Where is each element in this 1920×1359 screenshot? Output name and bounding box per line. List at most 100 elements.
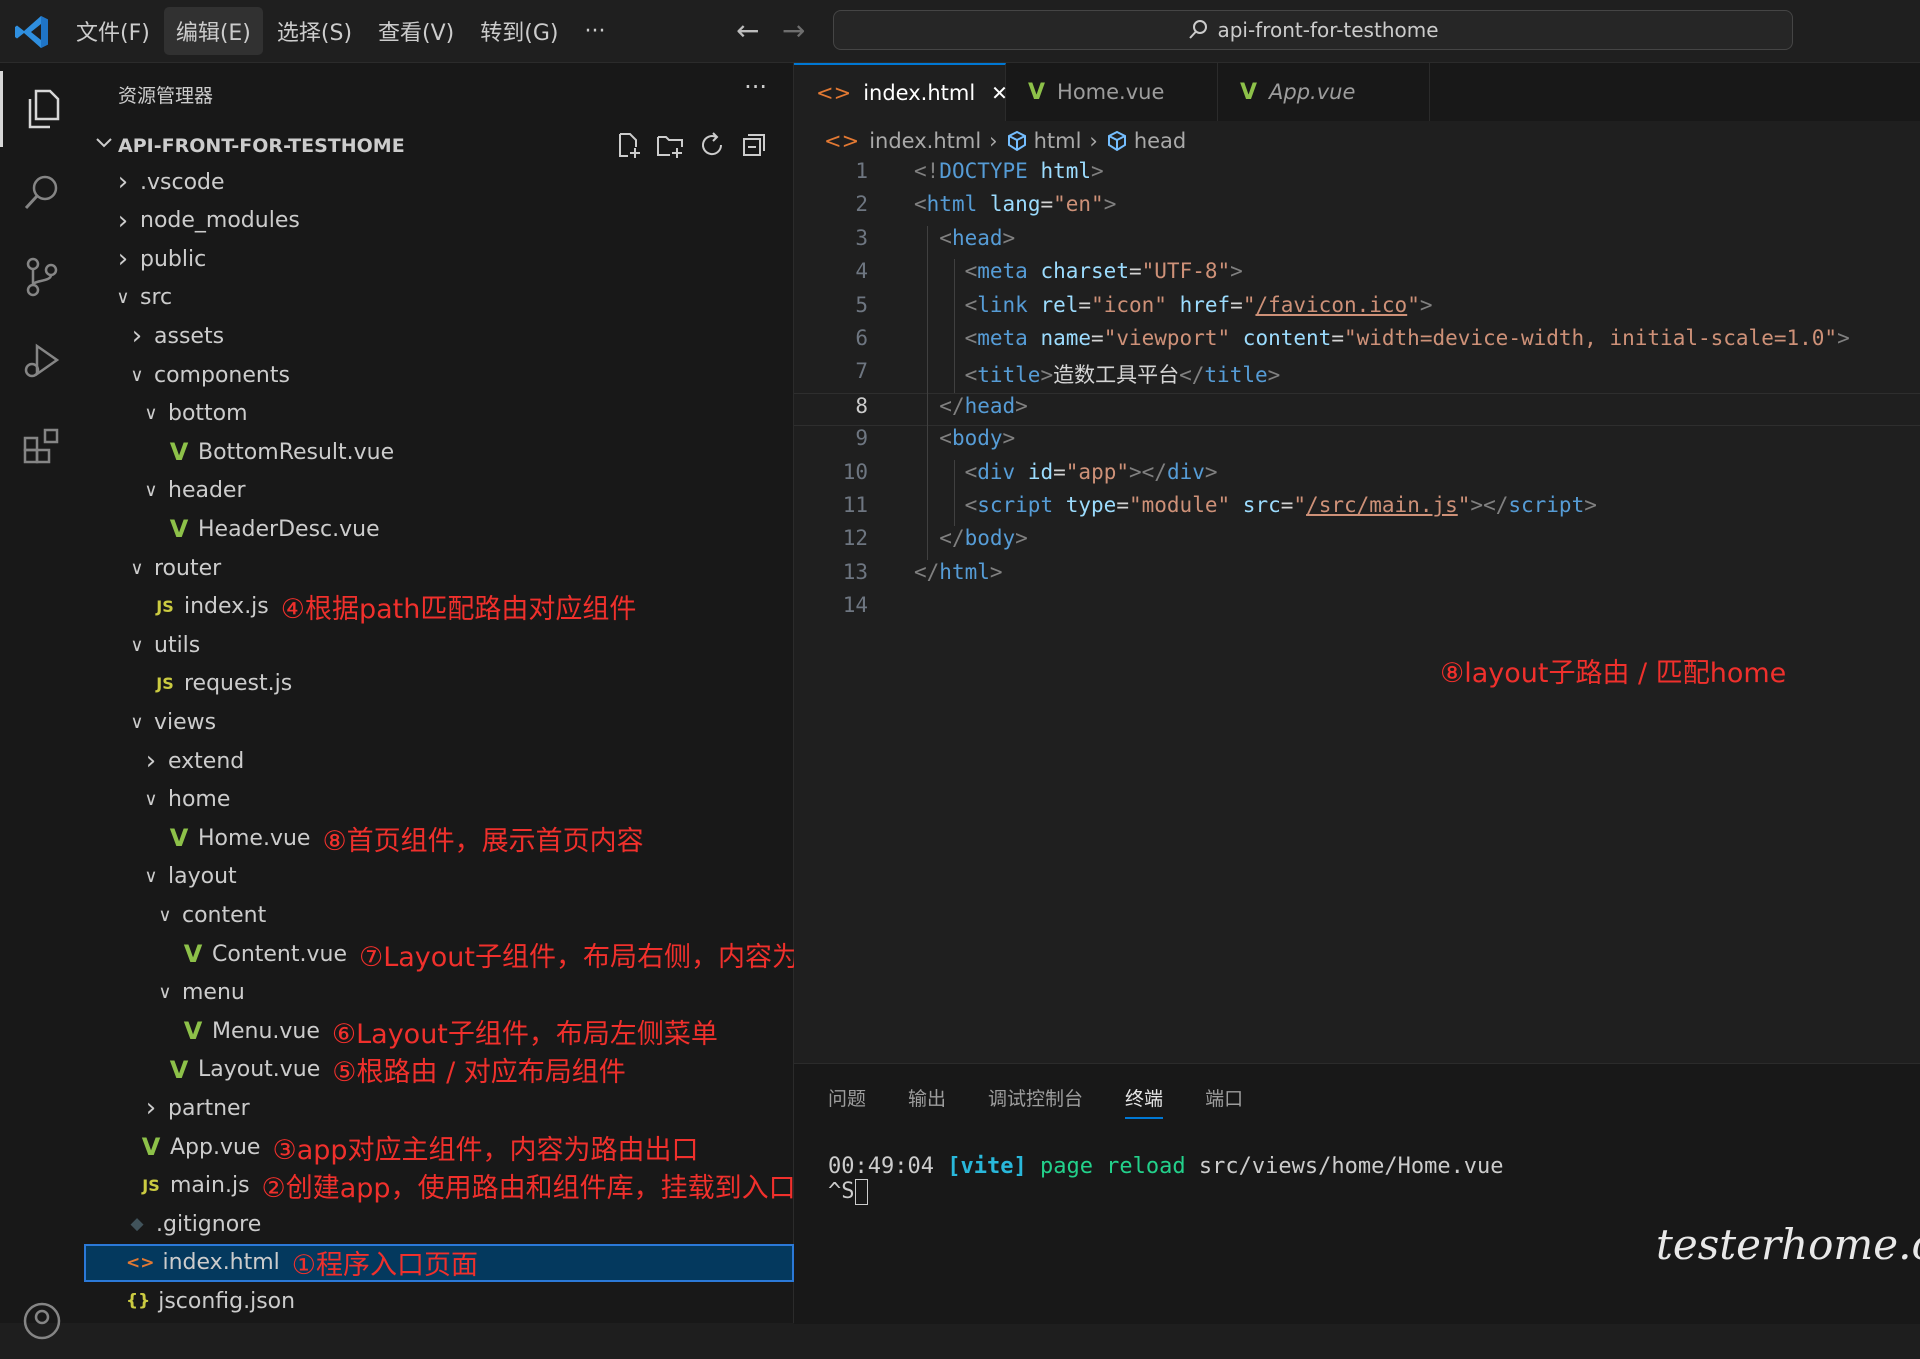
code-token: src (1242, 493, 1281, 517)
panel-tab[interactable]: 问题 (828, 1084, 866, 1119)
code-line[interactable]: 9 <body> (794, 426, 1920, 459)
breadcrumb-item[interactable]: html (1034, 129, 1082, 153)
code-line[interactable]: 7 <title>造数工具平台</title> (794, 359, 1920, 392)
tree-item[interactable]: › assets (84, 317, 794, 355)
menu-view[interactable]: 查看(V) (366, 7, 466, 55)
code-token: rel (1040, 292, 1079, 317)
tree-item[interactable]: ∨ utils (84, 626, 794, 664)
code-line[interactable]: 5 <link rel="icon" href="/favicon.ico"> (794, 293, 1920, 326)
tree-item[interactable]: ∨ components (84, 356, 794, 394)
tree-item[interactable]: ∨ src (84, 279, 794, 317)
source-control-activity[interactable] (0, 239, 84, 315)
breadcrumb-item[interactable]: head (1134, 129, 1186, 153)
code-line[interactable]: 3 <head> (794, 226, 1920, 259)
code-line[interactable]: 1 <!DOCTYPE html> (794, 159, 1920, 192)
tree-item[interactable]: › partner (84, 1089, 794, 1127)
menu-go[interactable]: 转到(G) (468, 7, 570, 55)
tree-item-label: HeaderDesc.vue (198, 516, 380, 542)
tree-item[interactable]: ∨ router (84, 549, 794, 587)
new-file-icon[interactable] (614, 131, 642, 159)
tree-item[interactable]: ∨ header (84, 472, 794, 510)
tree-item[interactable]: › extend (84, 742, 794, 780)
code-line[interactable]: 14 (794, 593, 1920, 626)
line-content: <meta charset="UTF-8"> (914, 259, 1243, 283)
back-arrow-icon[interactable]: ← (736, 14, 759, 47)
tree-item[interactable]: ∨ menu (84, 974, 794, 1012)
panel-tab[interactable]: 调试控制台 (988, 1084, 1083, 1119)
terminal-prompt: ^S (828, 1179, 855, 1204)
search-activity[interactable] (0, 155, 84, 231)
accounts-activity[interactable] (0, 1283, 84, 1359)
tree-item[interactable]: › public (84, 240, 794, 278)
forward-arrow-icon[interactable]: → (782, 14, 805, 47)
tree-item[interactable]: V Content.vue ⑦Layout子组件，布局右侧，内容为路由出口 (84, 935, 907, 973)
tree-item[interactable]: › node_modules (84, 202, 794, 240)
code-line[interactable]: 8 </head> (794, 392, 1920, 426)
tab-index-html[interactable]: <> index.html ✕ (794, 63, 1008, 121)
tree-item[interactable]: ∨ home (84, 781, 794, 819)
panel-tab[interactable]: 端口 (1205, 1084, 1243, 1119)
tree-item[interactable]: V Home.vue ⑧首页组件，展示首页内容 (84, 819, 794, 857)
tree-item-label: assets (154, 323, 225, 349)
explorer-more-button[interactable]: ··· (744, 73, 767, 101)
code-token: > (1015, 526, 1028, 551)
line-number: 11 (842, 493, 868, 517)
run-debug-activity[interactable] (0, 323, 84, 399)
code-line[interactable]: 12 </body> (794, 526, 1920, 559)
extensions-activity[interactable] (0, 407, 84, 483)
tree-item[interactable]: JS index.js ④根据path匹配路由对应组件 (84, 588, 794, 626)
code-line[interactable]: 2 <html lang="en"> (794, 192, 1920, 225)
tree-item[interactable]: <> index.html ①程序入口页面 (84, 1243, 794, 1282)
code-line[interactable]: 10 <div id="app"></div> (794, 460, 1920, 493)
tree-item[interactable]: ◆ .gitignore (84, 1205, 794, 1243)
line-content: <link rel="icon" href="/favicon.ico"> (914, 293, 1433, 317)
code-line[interactable]: 13 </html> (794, 560, 1920, 593)
code-line[interactable]: 4 <meta charset="UTF-8"> (794, 259, 1920, 292)
code-token: html (926, 192, 978, 217)
chevron-down-icon (96, 138, 112, 148)
line-content: <div id="app"></div> (914, 460, 1218, 484)
tree-item[interactable]: › .vscode (84, 163, 794, 201)
tree-item[interactable]: JS main.js ②创建app，使用路由和组件库，挂载到入口 (84, 1167, 795, 1205)
panel-tab[interactable]: 输出 (908, 1084, 946, 1119)
collapse-all-icon[interactable] (740, 131, 768, 159)
tree-item[interactable]: ∨ content (84, 896, 794, 934)
tree-item[interactable]: ∨ layout (84, 858, 794, 896)
tree-item[interactable]: ∨ views (84, 703, 794, 741)
menu-selection[interactable]: 选择(S) (265, 7, 364, 55)
command-center-search[interactable]: api-front-for-testhome (833, 10, 1793, 50)
code-line[interactable]: 11 <script type="module" src="/src/main.… (794, 493, 1920, 526)
tree-item[interactable]: V Menu.vue ⑥Layout子组件，布局左侧菜单 (84, 1012, 794, 1050)
tree-item[interactable]: JS request.js (84, 665, 794, 703)
breadcrumb-item[interactable]: index.html (869, 129, 981, 153)
menu-more[interactable]: ··· (572, 11, 617, 52)
tree-item[interactable]: V Layout.vue ⑤根路由 / 对应布局组件 (84, 1051, 794, 1089)
code-token: = (1230, 292, 1243, 317)
tree-item[interactable]: V HeaderDesc.vue (84, 510, 794, 548)
tree-item[interactable]: {} jsconfig.json (84, 1282, 794, 1320)
tree-item[interactable]: V BottomResult.vue (84, 433, 794, 471)
extensions-icon (23, 428, 59, 464)
line-content: </head> (914, 394, 1028, 418)
refresh-icon[interactable] (698, 131, 726, 159)
terminal-output[interactable]: 00:49:04 [vite] page reload src/views/ho… (828, 1154, 1504, 1205)
tab-app-vue[interactable]: V App.vue (1218, 63, 1430, 121)
code-token: id (1027, 459, 1054, 484)
workspace-header[interactable]: API-FRONT-FOR-TESTHOME (84, 129, 784, 163)
code-token: = (1331, 326, 1344, 350)
code-line[interactable]: 6 <meta name="viewport" content="width=d… (794, 326, 1920, 359)
new-folder-icon[interactable] (656, 131, 684, 159)
code-token: > (1040, 363, 1054, 388)
code-token: script (1508, 493, 1585, 517)
panel-tab[interactable]: 终端 (1125, 1084, 1164, 1119)
tree-item[interactable]: V App.vue ③app对应主组件，内容为路由出口 (84, 1128, 794, 1166)
tree-item-label: home (168, 787, 231, 813)
explorer-activity[interactable] (0, 71, 84, 147)
menu-edit[interactable]: 编辑(E) (163, 7, 263, 55)
menu-file[interactable]: 文件(F) (64, 7, 162, 55)
tree-item-label: utils (154, 632, 201, 658)
tree-item[interactable]: ∨ bottom (84, 395, 794, 433)
tree-item-label: partner (168, 1095, 250, 1121)
tab-home-vue[interactable]: V Home.vue (1006, 63, 1218, 121)
